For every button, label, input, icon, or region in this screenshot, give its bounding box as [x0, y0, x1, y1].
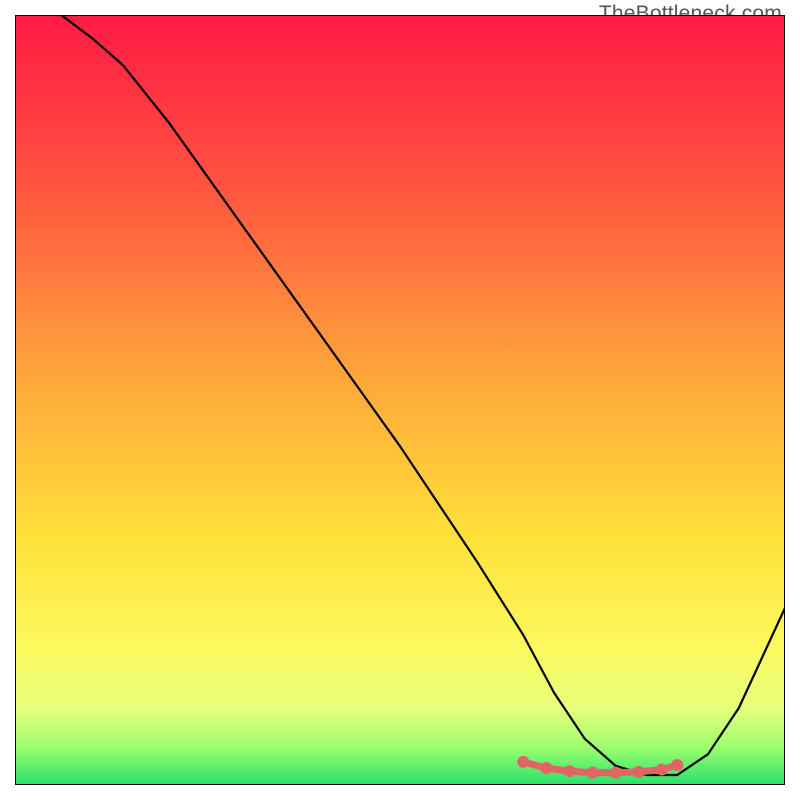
chart-background [15, 15, 785, 785]
bottleneck-curve-chart [15, 15, 785, 785]
chart-frame [15, 15, 785, 785]
